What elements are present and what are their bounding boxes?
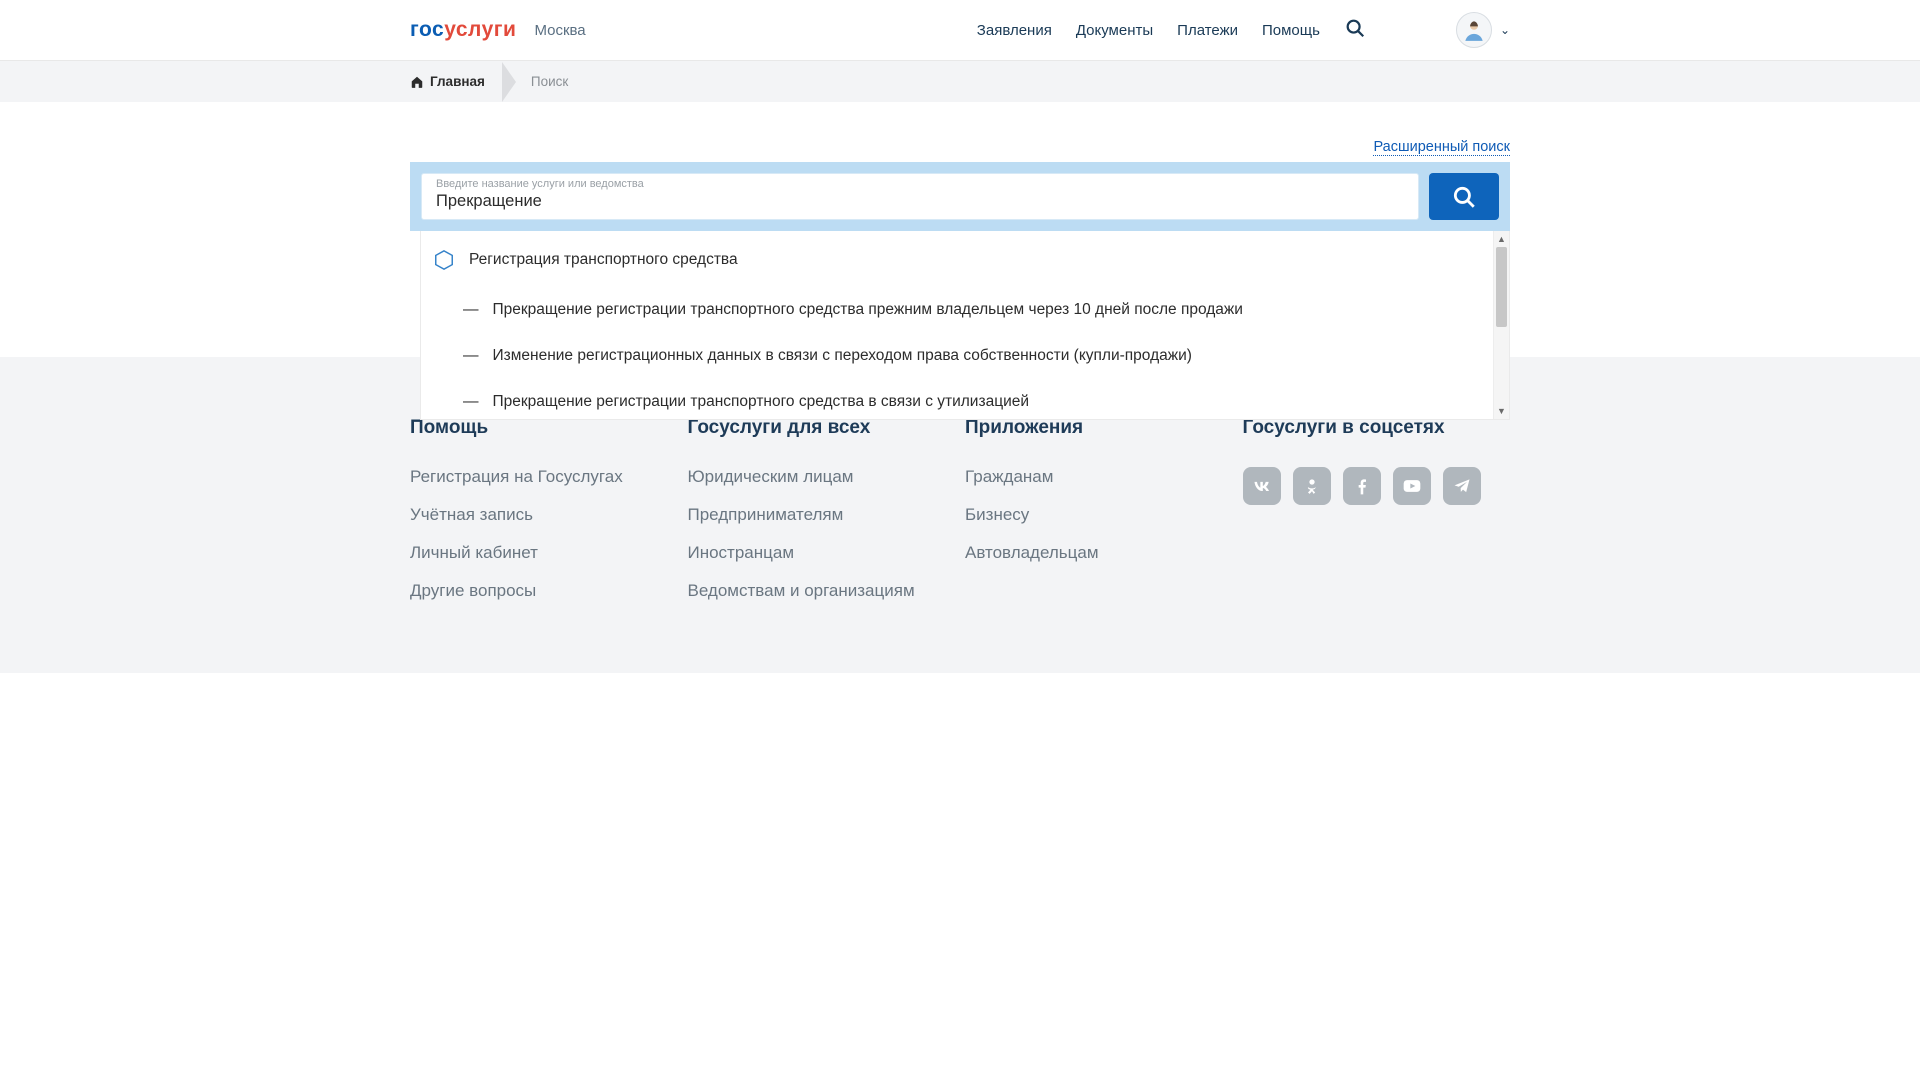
scrollbar[interactable]: ▲ ▼ <box>1493 231 1509 419</box>
footer-link[interactable]: Личный кабинет <box>410 543 678 563</box>
footer-link[interactable]: Учётная запись <box>410 505 678 525</box>
suggestion-item[interactable]: — Прекращение регистрации транспортного … <box>425 379 1489 419</box>
ok-icon[interactable] <box>1293 467 1331 505</box>
search-input-wrapper[interactable]: Введите название услуги или ведомства <box>421 173 1419 220</box>
advanced-search-link[interactable]: Расширенный поиск <box>1373 139 1510 156</box>
suggestion-item-label: Изменение регистрационных данных в связи… <box>493 347 1192 365</box>
search-icon <box>1451 184 1477 210</box>
footer-link[interactable]: Предпринимателям <box>688 505 956 525</box>
main-nav: Заявления Документы Платежи Помощь <box>977 17 1366 44</box>
footer-link[interactable]: Гражданам <box>965 467 1233 487</box>
logo-part1: гос <box>410 18 444 41</box>
nav-documents[interactable]: Документы <box>1076 22 1153 39</box>
footer-title: Госуслуги в соцсетях <box>1243 417 1511 439</box>
breadcrumb-separator <box>503 62 517 102</box>
chevron-down-icon: ⌄ <box>1500 23 1510 37</box>
city-selector[interactable]: Москва <box>534 22 585 39</box>
logo[interactable]: госуслуги <box>410 18 516 42</box>
logo-part2: услуги <box>444 18 516 41</box>
nav-help[interactable]: Помощь <box>1262 22 1320 39</box>
search-icon[interactable] <box>1344 17 1366 44</box>
vk-icon[interactable] <box>1243 467 1281 505</box>
footer-title: Помощь <box>410 417 678 439</box>
footer-link[interactable]: Регистрация на Госуслугах <box>410 467 678 487</box>
footer-title: Госуслуги для всех <box>688 417 956 439</box>
scroll-down-icon[interactable]: ▼ <box>1494 403 1509 419</box>
suggestion-category-label: Регистрация транспортного средства <box>469 251 738 269</box>
scrollbar-thumb[interactable] <box>1496 247 1507 327</box>
telegram-icon[interactable] <box>1443 467 1481 505</box>
breadcrumb-current: Поиск <box>531 74 568 89</box>
footer-link[interactable]: Юридическим лицам <box>688 467 956 487</box>
footer-link[interactable]: Иностранцам <box>688 543 956 563</box>
header: госуслуги Москва Заявления Документы Пла… <box>0 0 1920 61</box>
footer-link[interactable]: Другие вопросы <box>410 581 678 601</box>
user-menu[interactable]: ⌄ <box>1456 12 1510 48</box>
hexagon-icon <box>433 249 455 271</box>
search-suggestions: Регистрация транспортного средства — Пре… <box>420 231 1510 420</box>
suggestion-item-label: Прекращение регистрации транспортного ср… <box>493 393 1030 411</box>
footer-col-all: Госуслуги для всех Юридическим лицам Пре… <box>688 417 956 619</box>
nav-payments[interactable]: Платежи <box>1177 22 1238 39</box>
search-bar: Введите название услуги или ведомства <box>410 162 1510 231</box>
breadcrumb-home-label: Главная <box>430 74 485 89</box>
search-button[interactable] <box>1429 173 1499 220</box>
search-placeholder-label: Введите название услуги или ведомства <box>436 178 1404 190</box>
breadcrumb-home[interactable]: Главная <box>410 74 485 89</box>
suggestion-item-label: Прекращение регистрации транспортного ср… <box>493 301 1243 319</box>
suggestion-item[interactable]: — Изменение регистрационных данных в свя… <box>425 333 1489 379</box>
home-icon <box>410 75 424 89</box>
suggestion-item[interactable]: — Прекращение регистрации транспортного … <box>425 287 1489 333</box>
footer-col-apps: Приложения Гражданам Бизнесу Автовладель… <box>965 417 1233 619</box>
suggestion-category[interactable]: Регистрация транспортного средства <box>425 243 1489 287</box>
footer-link[interactable]: Автовладельцам <box>965 543 1233 563</box>
footer-link[interactable]: Ведомствам и организациям <box>688 581 956 601</box>
breadcrumb: Главная Поиск <box>0 61 1920 102</box>
youtube-icon[interactable] <box>1393 467 1431 505</box>
scroll-up-icon[interactable]: ▲ <box>1494 231 1509 247</box>
nav-applications[interactable]: Заявления <box>977 22 1052 39</box>
footer-link[interactable]: Бизнесу <box>965 505 1233 525</box>
avatar <box>1456 12 1492 48</box>
footer-title: Приложения <box>965 417 1233 439</box>
footer-col-social: Госуслуги в соцсетях <box>1243 417 1511 619</box>
facebook-icon[interactable] <box>1343 467 1381 505</box>
search-input[interactable] <box>436 190 1404 211</box>
footer-col-help: Помощь Регистрация на Госуслугах Учётная… <box>410 417 678 619</box>
